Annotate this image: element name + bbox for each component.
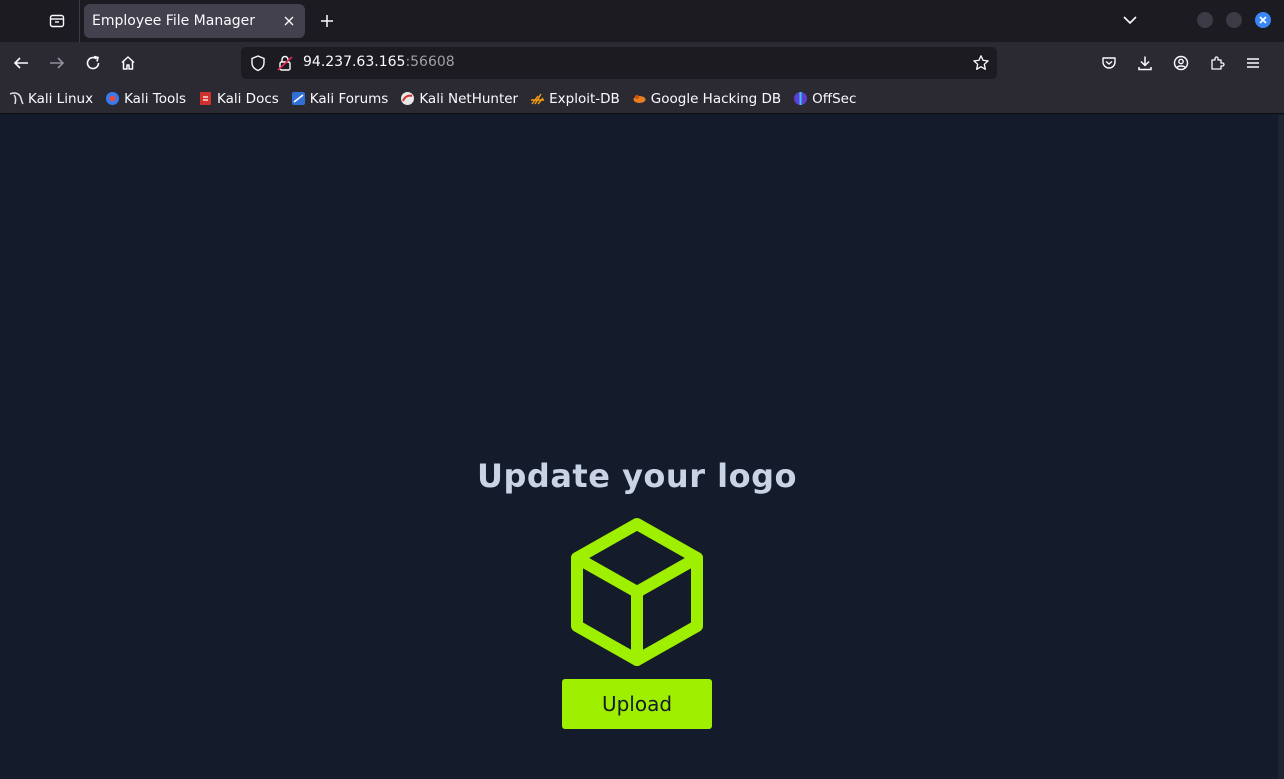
nethunter-icon xyxy=(400,91,415,106)
forward-button[interactable] xyxy=(42,49,72,77)
puzzle-icon xyxy=(1211,56,1225,70)
offsec-icon xyxy=(793,91,808,106)
kali-tools-icon xyxy=(105,91,120,106)
close-icon xyxy=(1259,16,1267,24)
account-button[interactable] xyxy=(1166,49,1196,77)
page-content: Update your logo Upload xyxy=(0,115,1278,779)
bookmarks-toolbar: Kali Linux Kali Tools Kali Docs Kali For… xyxy=(0,84,1284,114)
pocket-icon xyxy=(1102,57,1116,69)
cube-icon xyxy=(571,518,703,666)
bookmark-kali-nethunter[interactable]: Kali NetHunter xyxy=(400,87,518,111)
arrow-right-icon xyxy=(50,57,65,69)
window-minimize-button[interactable] xyxy=(1197,12,1213,28)
exploit-db-icon xyxy=(530,91,545,106)
account-icon xyxy=(1173,55,1189,71)
arrow-left-icon xyxy=(13,57,28,69)
window-maximize-button[interactable] xyxy=(1226,12,1242,28)
bookmark-label: OffSec xyxy=(812,90,857,107)
bookmark-label: Kali Docs xyxy=(217,90,279,107)
close-icon xyxy=(284,16,294,26)
tab-title: Employee File Manager xyxy=(92,13,256,29)
upload-button[interactable]: Upload xyxy=(562,679,712,729)
bookmark-exploit-db[interactable]: Exploit-DB xyxy=(530,87,620,111)
page-title: Update your logo xyxy=(477,457,797,495)
back-button[interactable] xyxy=(6,49,36,77)
firefox-view-button[interactable] xyxy=(40,6,74,36)
scrollbar-track[interactable] xyxy=(1278,115,1284,779)
tab-active[interactable]: Employee File Manager xyxy=(84,4,305,38)
window-close-button[interactable] xyxy=(1255,12,1271,28)
bookmark-label: Kali Forums xyxy=(309,90,389,107)
tab-close-button[interactable] xyxy=(277,9,301,33)
list-all-tabs-button[interactable] xyxy=(1117,6,1143,34)
app-menu-button[interactable] xyxy=(1238,49,1268,77)
home-button[interactable] xyxy=(113,49,143,77)
reload-icon xyxy=(86,55,100,70)
bookmark-label: Kali NetHunter xyxy=(419,90,519,107)
ghdb-icon xyxy=(632,91,647,106)
home-icon xyxy=(121,56,135,70)
navigation-toolbar: 94.237.63.165:56608 xyxy=(0,42,1284,84)
downloads-button[interactable] xyxy=(1130,49,1160,77)
address-bar[interactable]: 94.237.63.165:56608 xyxy=(241,47,997,79)
bookmark-label: Google Hacking DB xyxy=(650,90,782,107)
bookmark-label: Exploit-DB xyxy=(549,90,620,107)
kali-dragon-icon xyxy=(9,91,24,106)
tab-separator xyxy=(79,0,80,42)
firefox-view-icon xyxy=(49,14,65,28)
hamburger-menu-icon xyxy=(1247,58,1259,68)
reload-button[interactable] xyxy=(78,49,108,77)
extensions-button[interactable] xyxy=(1202,49,1232,77)
url-host: 94.237.63.165 xyxy=(303,54,406,70)
bookmark-label: Kali Tools xyxy=(124,90,186,107)
tab-strip: Employee File Manager xyxy=(0,0,1284,42)
chevron-down-icon xyxy=(1123,16,1137,25)
bookmark-kali-linux[interactable]: Kali Linux xyxy=(9,87,93,111)
bookmark-kali-docs[interactable]: Kali Docs xyxy=(198,87,279,111)
pocket-button[interactable] xyxy=(1094,49,1124,77)
kali-docs-icon xyxy=(198,91,213,106)
star-icon xyxy=(973,55,989,70)
download-icon xyxy=(1138,56,1152,71)
bookmark-kali-tools[interactable]: Kali Tools xyxy=(105,87,186,111)
new-tab-button[interactable] xyxy=(313,7,341,35)
url-port: :56608 xyxy=(405,54,455,70)
url-text[interactable]: 94.237.63.165:56608 xyxy=(303,54,455,70)
bookmark-google-hacking-db[interactable]: Google Hacking DB xyxy=(632,87,781,111)
bookmark-star-button[interactable] xyxy=(971,53,991,73)
bookmark-offsec[interactable]: OffSec xyxy=(793,87,856,111)
kali-forums-icon xyxy=(291,91,306,106)
insecure-lock-icon[interactable] xyxy=(276,54,294,72)
bookmark-label: Kali Linux xyxy=(28,90,94,107)
bookmark-kali-forums[interactable]: Kali Forums xyxy=(291,87,389,111)
plus-icon xyxy=(321,15,333,27)
tracking-protection-icon[interactable] xyxy=(249,54,267,72)
